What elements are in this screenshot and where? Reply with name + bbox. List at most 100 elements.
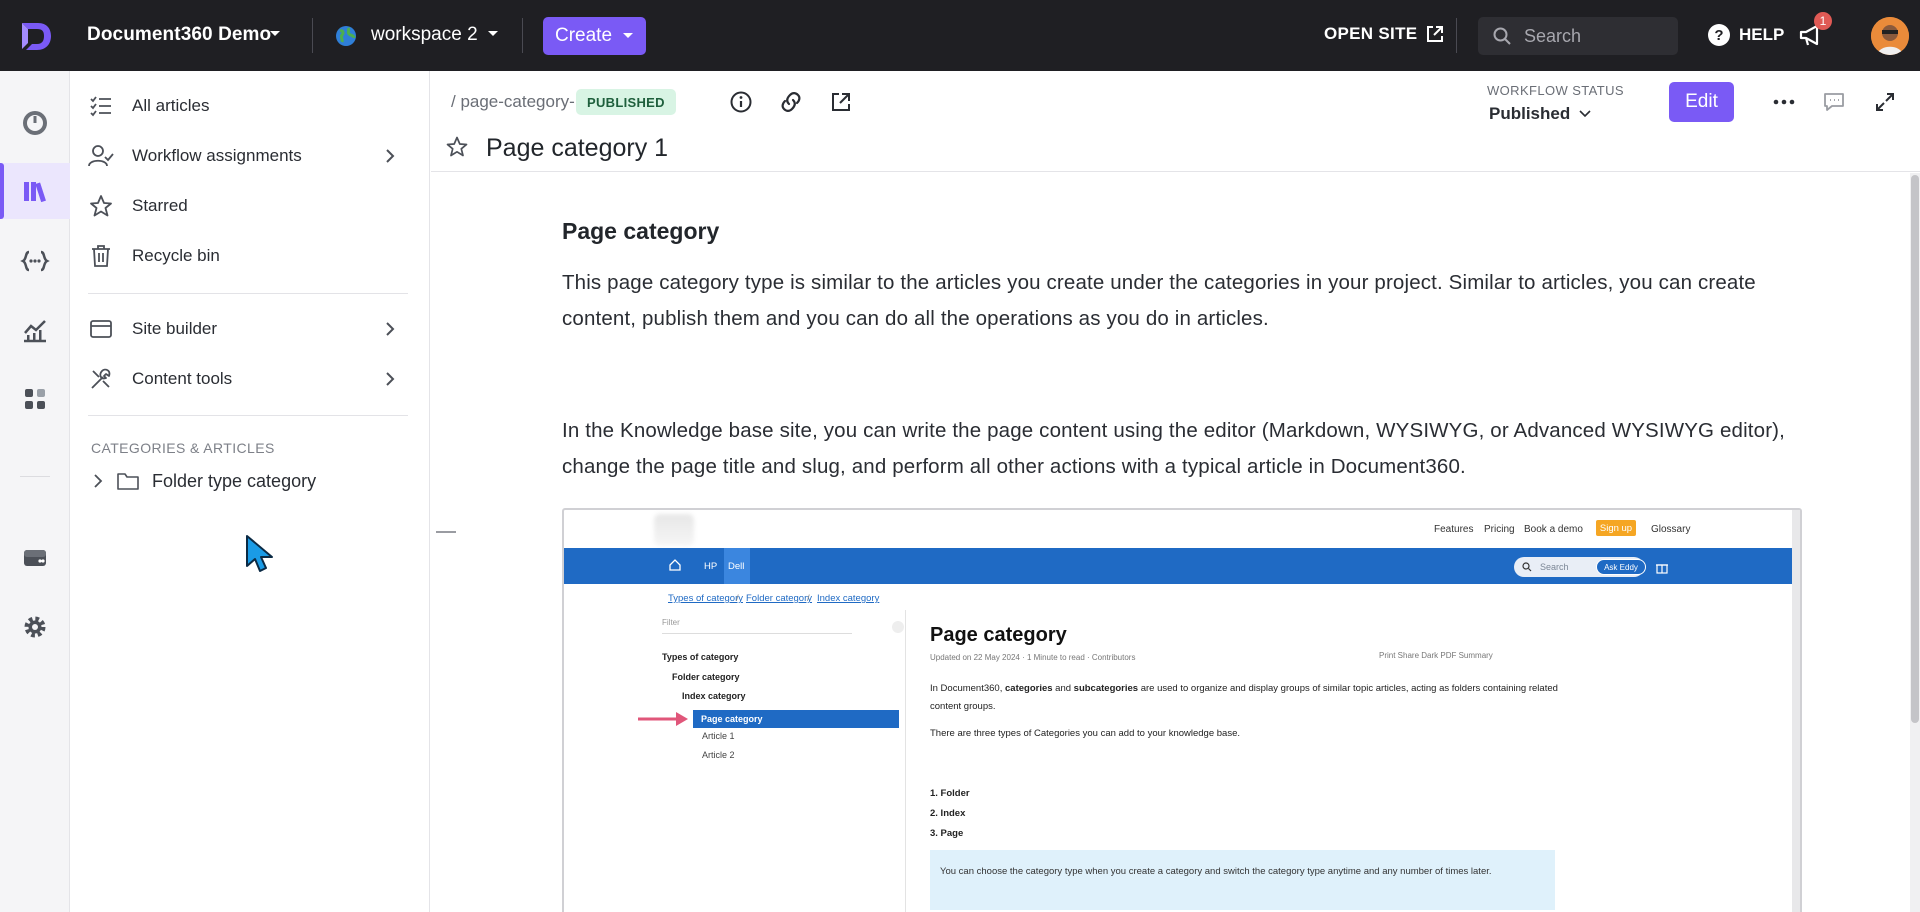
rail-analytics[interactable] xyxy=(0,302,70,358)
scrollbar-thumb[interactable] xyxy=(1911,175,1919,723)
copy-link-button[interactable] xyxy=(778,89,804,115)
kb-toplink: Glossary xyxy=(1651,524,1691,535)
document360-logo-icon[interactable] xyxy=(16,16,56,56)
tree-item-label: Folder type category xyxy=(152,470,317,491)
kb-scrollbar xyxy=(1792,510,1800,912)
kb-text-bold: subcategories xyxy=(1073,683,1139,694)
open-site-label: OPEN SITE xyxy=(1324,24,1418,43)
trash-icon xyxy=(92,245,110,267)
rail-documentation[interactable] xyxy=(0,163,70,219)
workspace-name[interactable]: workspace 2 xyxy=(371,24,478,46)
star-icon xyxy=(90,195,112,217)
more-horizontal-icon xyxy=(1773,99,1795,105)
chevron-right-icon xyxy=(386,322,395,336)
kb-breadcrumb: Types of category xyxy=(668,593,743,604)
search-input[interactable] xyxy=(1524,25,1664,47)
list-check-icon xyxy=(90,96,111,117)
rail-settings[interactable] xyxy=(0,599,70,655)
open-site-link[interactable]: OPEN SITE xyxy=(1324,24,1445,44)
kb-article-meta: Updated on 22 May 2024 · 1 Minute to rea… xyxy=(930,653,1136,662)
chevron-down-icon[interactable] xyxy=(486,29,500,39)
star-icon[interactable] xyxy=(445,135,469,159)
globe-icon xyxy=(336,26,356,46)
external-link-icon xyxy=(1427,26,1444,42)
edit-button[interactable]: Edit xyxy=(1669,82,1734,122)
help-label: HELP xyxy=(1739,25,1785,44)
article-body: Page category This page category type is… xyxy=(431,173,1920,912)
tools-icon xyxy=(91,368,111,389)
nav-item-label: Site builder xyxy=(132,319,218,338)
analytics-icon xyxy=(24,320,46,343)
article-header: / page-category-1 PUBLISHED WORKFLOW STA… xyxy=(431,71,1920,172)
article-slug[interactable]: / page-category-1 xyxy=(451,92,584,112)
link-icon xyxy=(781,92,801,112)
kb-breadcrumb-separator: / xyxy=(736,593,739,604)
nav-content-tools[interactable]: Content tools xyxy=(88,359,408,399)
nav-item-label: Workflow assignments xyxy=(132,146,302,165)
more-options-button[interactable] xyxy=(1771,89,1797,115)
kb-tree-item: Types of category xyxy=(662,652,739,662)
workflow-status-value: Published xyxy=(1489,104,1571,123)
rail-drive[interactable] xyxy=(0,530,70,586)
kb-tree-item-active: Page category xyxy=(693,710,899,728)
article-paragraph: This page category type is similar to th… xyxy=(562,271,1756,330)
kb-collapse-icon xyxy=(892,621,904,633)
comments-button[interactable] xyxy=(1821,89,1847,115)
nav-item-label: Recycle bin xyxy=(132,246,220,265)
nav-site-builder[interactable]: Site builder xyxy=(88,309,408,349)
rail-apps[interactable] xyxy=(0,371,70,427)
kb-toplink: Pricing xyxy=(1484,524,1515,535)
kb-list-item: 2. Index xyxy=(930,808,966,819)
search-icon xyxy=(1493,27,1511,45)
divider xyxy=(1456,18,1457,53)
info-button[interactable] xyxy=(728,89,754,115)
nav-recycle-bin[interactable]: Recycle bin xyxy=(88,236,408,276)
external-link-icon xyxy=(832,93,850,111)
avatar[interactable] xyxy=(1871,17,1909,55)
kb-toplink: Features xyxy=(1434,524,1474,535)
kb-list-item: 3. Page xyxy=(930,828,964,839)
article-paragraph: In the Knowledge base site, you can writ… xyxy=(562,419,1785,478)
help-button[interactable]: ? HELP xyxy=(1708,24,1784,46)
nav-item-label: Starred xyxy=(132,196,188,215)
gift-icon xyxy=(1656,564,1668,574)
kb-tree-item: Article 1 xyxy=(702,731,735,741)
scrollbar[interactable] xyxy=(1910,173,1920,912)
tree-item-folder-type-category[interactable]: Folder type category xyxy=(92,465,316,497)
nav-workflow-assignments[interactable]: Workflow assignments xyxy=(88,136,408,176)
chevron-right-icon xyxy=(386,149,395,163)
kb-breadcrumb: Folder category xyxy=(746,593,813,604)
nav-item-label: All articles xyxy=(132,96,210,115)
kb-text: and xyxy=(1052,683,1074,694)
nav-item-label: Content tools xyxy=(132,369,233,388)
expand-button[interactable] xyxy=(1872,89,1898,115)
editor-marker xyxy=(436,531,456,533)
status-badge: PUBLISHED xyxy=(576,89,676,115)
kb-article-title: Page category xyxy=(930,624,1067,646)
drive-icon xyxy=(24,550,46,566)
kb-article-actions: Print Share Dark PDF Summary xyxy=(1379,651,1493,660)
api-icon xyxy=(20,250,50,272)
kb-logo xyxy=(654,514,694,546)
chevron-right-icon[interactable] xyxy=(92,472,104,490)
project-name[interactable]: Document360 Demo xyxy=(87,24,271,46)
mouse-cursor-icon xyxy=(246,535,273,572)
chevron-down-icon[interactable] xyxy=(268,29,282,39)
kb-text-bold: categories xyxy=(1005,683,1053,694)
rail-dashboard[interactable] xyxy=(0,95,70,151)
apps-icon xyxy=(25,389,45,409)
browser-window-icon xyxy=(90,320,112,338)
info-icon xyxy=(730,91,752,113)
nav-starred[interactable]: Starred xyxy=(88,186,408,226)
home-icon xyxy=(669,559,681,571)
create-button[interactable]: Create xyxy=(543,17,646,55)
rail-api[interactable] xyxy=(0,233,70,289)
search-box[interactable] xyxy=(1478,17,1678,55)
comment-icon xyxy=(1824,93,1844,111)
open-in-new-tab-button[interactable] xyxy=(828,89,854,115)
kb-search-placeholder: Search xyxy=(1540,562,1569,572)
workflow-status-dropdown[interactable]: Published xyxy=(1489,104,1592,124)
nav-all-articles[interactable]: All articles xyxy=(88,86,408,126)
chevron-down-icon xyxy=(1579,110,1591,118)
left-rail xyxy=(0,71,70,912)
